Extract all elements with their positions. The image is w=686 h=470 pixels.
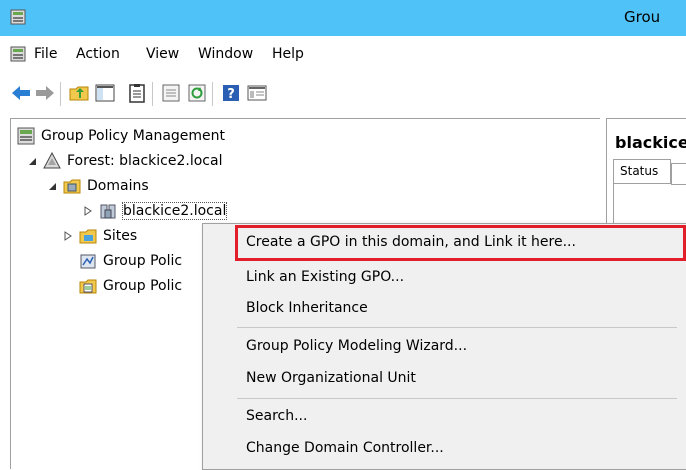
tree-label: Group Policy Management: [41, 128, 226, 144]
toolbar-separator: [60, 82, 61, 106]
tree-node-forest[interactable]: Forest: blackice2.local: [27, 150, 222, 172]
console-icon[interactable]: [246, 82, 268, 104]
menu-action[interactable]: Action: [76, 46, 120, 62]
menu-help[interactable]: Help: [272, 46, 304, 62]
tree-node-domains[interactable]: Domains: [47, 175, 149, 197]
menu-view[interactable]: View: [146, 46, 179, 62]
forest-icon: [43, 152, 61, 169]
collapsed-arrow-icon[interactable]: [83, 206, 93, 216]
collapsed-arrow-icon[interactable]: [63, 231, 73, 241]
menu-item-block-inheritance[interactable]: Block Inheritance: [246, 300, 368, 316]
tree-label: Group Polic: [103, 278, 183, 294]
menu-bar: File Action View Window Help: [0, 36, 686, 72]
help-icon[interactable]: ?: [220, 82, 242, 104]
title-bar: Grou: [0, 0, 686, 36]
tab-label: Status: [620, 164, 659, 178]
menu-item-change-dc[interactable]: Change Domain Controller...: [246, 440, 444, 456]
back-arrow-icon[interactable]: [10, 82, 32, 104]
toolbar-separator: [212, 82, 213, 106]
expanded-arrow-icon[interactable]: [47, 181, 57, 191]
svg-text:?: ?: [227, 87, 235, 102]
forward-arrow-icon[interactable]: [34, 82, 56, 104]
group-policy-icon: [17, 127, 35, 145]
domain-icon: [100, 204, 116, 219]
tree-node-domain[interactable]: blackice2.local: [83, 200, 228, 222]
clipboard-icon[interactable]: [126, 82, 148, 104]
show-hide-tree-icon[interactable]: [94, 82, 116, 104]
menu-item-search[interactable]: Search...: [246, 408, 307, 424]
tree-label: blackice2.local: [121, 202, 228, 220]
results-icon: [79, 279, 97, 294]
tree-label: Forest: blackice2.local: [67, 153, 223, 169]
tab-secondary[interactable]: [671, 163, 686, 185]
menu-window[interactable]: Window: [198, 46, 253, 62]
tree-label: Sites: [103, 228, 138, 244]
tree-node-root[interactable]: Group Policy Management: [17, 125, 225, 147]
details-header: blackice: [615, 133, 686, 152]
tree-label: Domains: [87, 178, 149, 194]
group-policy-icon: [10, 9, 26, 25]
context-menu: Create a GPO in this domain, and Link it…: [202, 223, 686, 470]
menu-item-create-gpo[interactable]: Create a GPO in this domain, and Link it…: [246, 234, 576, 250]
tree-node-sites[interactable]: Sites: [63, 225, 137, 247]
domains-folder-icon: [63, 179, 81, 194]
tab-status[interactable]: Status: [613, 159, 671, 183]
menu-item-link-existing-gpo[interactable]: Link an Existing GPO...: [246, 269, 404, 285]
tree-node-modeling[interactable]: Group Polic: [79, 250, 182, 272]
menu-item-modeling-wizard[interactable]: Group Policy Modeling Wizard...: [246, 338, 467, 354]
properties-icon[interactable]: [160, 82, 182, 104]
toolbar-separator: [152, 82, 153, 106]
menu-item-new-ou[interactable]: New Organizational Unit: [246, 370, 416, 386]
folder-up-icon[interactable]: [68, 82, 90, 104]
menu-file[interactable]: File: [34, 46, 57, 62]
expanded-arrow-icon[interactable]: [27, 156, 37, 166]
toolbar: ?: [0, 72, 686, 118]
sites-icon: [79, 229, 97, 244]
menu-separator: [237, 327, 677, 328]
app-menu-icon[interactable]: [10, 46, 26, 62]
window-title: Grou: [624, 8, 661, 26]
tree-node-results[interactable]: Group Polic: [79, 275, 182, 297]
refresh-icon[interactable]: [186, 82, 208, 104]
tree-label: Group Polic: [103, 253, 183, 269]
menu-separator: [237, 398, 677, 399]
modeling-icon: [80, 254, 96, 269]
